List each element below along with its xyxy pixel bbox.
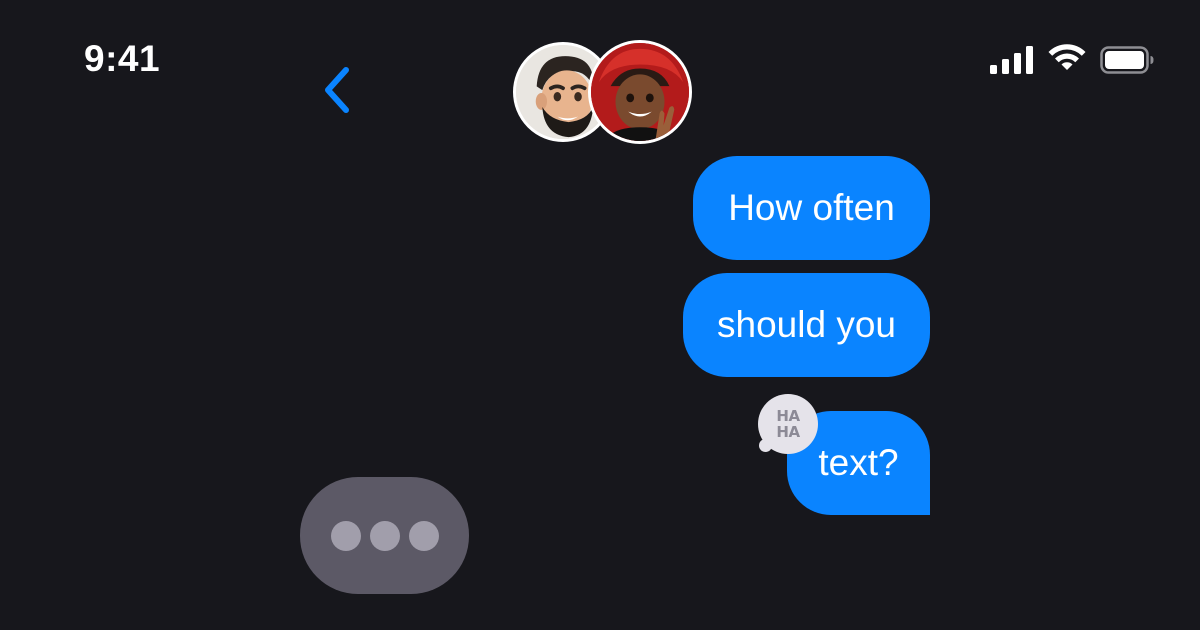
- status-icons: [990, 44, 1165, 76]
- tapback-text-line2: HA: [776, 423, 800, 441]
- cellular-signal-icon: [990, 46, 1036, 74]
- message-bubble[interactable]: should you: [683, 273, 930, 377]
- status-time: 9:41: [84, 38, 161, 79]
- typing-dot: [408, 520, 439, 551]
- typing-dot: [330, 520, 361, 551]
- typing-dot: [369, 520, 400, 551]
- memoji-woman-avatar[interactable]: [588, 40, 692, 144]
- back-button[interactable]: [312, 64, 362, 120]
- typing-indicator: [300, 477, 469, 594]
- battery-icon: [1100, 46, 1154, 74]
- tapback-text-line1: HA: [776, 407, 800, 425]
- wifi-icon: [1047, 44, 1087, 74]
- message-bubble[interactable]: How often: [693, 156, 930, 260]
- haha-tapback-badge[interactable]: HA HA: [758, 394, 818, 454]
- chevron-left-icon: [322, 66, 352, 119]
